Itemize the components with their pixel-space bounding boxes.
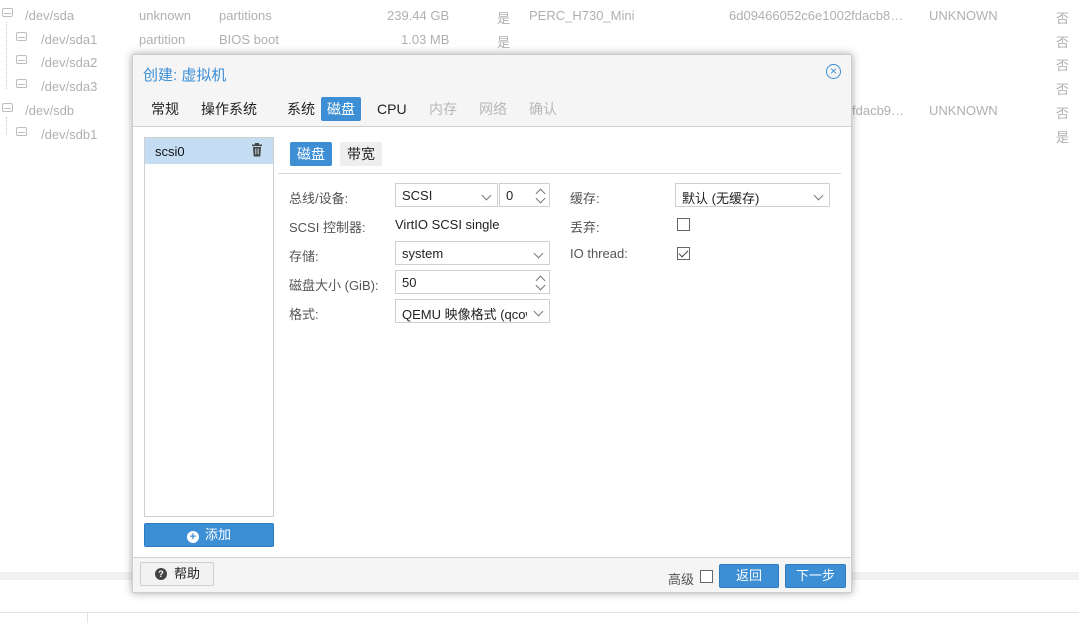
iothread-label: IO thread: <box>570 246 628 261</box>
gpt-cell: 是 <box>497 35 511 50</box>
tab-confirm: 确认 <box>529 101 557 117</box>
device-cell: /dev/sda3 <box>41 79 98 94</box>
device-cell: /dev/sdb1 <box>41 127 98 142</box>
usage-cell: BIOS boot <box>219 32 279 47</box>
disk-icon <box>16 127 27 136</box>
tab-memory: 内存 <box>429 101 457 117</box>
next-button[interactable]: 下一步 <box>785 564 846 588</box>
dialog-body: scsi0 + 添加 磁盘 带宽 总线/设备: SCSI 0 SCSI 控制器:… <box>133 126 851 558</box>
chevron-down-icon <box>813 190 824 201</box>
smart-cell: UNKNOWN <box>929 103 998 118</box>
device-cell: /dev/sda1 <box>41 32 98 47</box>
model-cell: PERC_H730_Mini <box>529 8 635 23</box>
discard-label: 丢弃: <box>570 220 600 235</box>
disk-icon <box>16 32 27 41</box>
disk-icon <box>2 103 13 112</box>
spinner-down-icon[interactable] <box>535 193 546 204</box>
format-label: 格式: <box>289 307 319 322</box>
type-cell: partition <box>139 32 186 47</box>
discard-checkbox[interactable] <box>677 218 690 231</box>
cache-label: 缓存: <box>570 191 600 206</box>
bus-label: 总线/设备: <box>289 191 349 206</box>
help-button[interactable]: ? 帮助 <box>140 562 214 586</box>
list-item[interactable]: scsi0 <box>145 138 273 164</box>
panel-divider <box>87 612 88 623</box>
disk-icon <box>16 55 27 64</box>
tab-network: 网络 <box>479 101 507 117</box>
plus-circle-icon: + <box>186 531 199 543</box>
tab-bandwidth[interactable]: 带宽 <box>340 142 382 166</box>
trash-icon[interactable] <box>251 143 263 157</box>
wearout-cell: 否 <box>1056 35 1070 50</box>
table-row[interactable]: /dev/sda1 partition BIOS boot 1.03 MB 是 … <box>0 27 1079 51</box>
wearout-cell: 是 <box>1056 130 1070 145</box>
tab-cpu[interactable]: CPU <box>371 97 413 121</box>
table-row[interactable]: /dev/sda unknown partitions 239.44 GB 是 … <box>0 3 1079 27</box>
tab-os[interactable]: 操作系统 <box>195 97 263 121</box>
wearout-cell: 否 <box>1056 82 1070 97</box>
advanced-checkbox[interactable] <box>700 570 713 583</box>
spinner-down-icon[interactable] <box>535 280 546 291</box>
cache-select[interactable]: 默认 (无缓存) <box>675 183 830 207</box>
storage-select[interactable]: system <box>395 241 550 265</box>
storage-label: 存储: <box>289 249 319 264</box>
wearout-cell: 否 <box>1056 58 1070 73</box>
disk-subtabs: 磁盘 带宽 <box>278 127 841 174</box>
advanced-label: 高级 <box>668 572 695 587</box>
wearout-cell: 否 <box>1056 11 1070 26</box>
device-cell: /dev/sda2 <box>41 55 98 70</box>
back-button[interactable]: 返回 <box>719 564 779 588</box>
disk-list: scsi0 <box>144 137 274 517</box>
type-cell: unknown <box>139 8 192 23</box>
iothread-checkbox[interactable] <box>677 247 690 260</box>
disk-size-label: 磁盘大小 (GiB): <box>289 278 379 293</box>
bus-select[interactable]: SCSI <box>395 183 498 207</box>
chevron-down-icon <box>533 306 544 317</box>
smart-cell: UNKNOWN <box>929 8 998 23</box>
add-label: 添加 <box>204 527 231 542</box>
create-vm-dialog: 创建: 虚拟机 × 常规 操作系统 系统 磁盘 CPU 内存 网络 确认 scs… <box>132 54 852 593</box>
format-select[interactable]: QEMU 映像格式 (qcow2) <box>395 299 550 323</box>
serial-cell: fdacb9… <box>852 103 905 118</box>
dialog-title: 创建: 虚拟机 <box>143 67 227 84</box>
question-circle-icon: ? <box>155 568 167 580</box>
close-circle-icon[interactable]: × <box>826 64 841 79</box>
tab-disk[interactable]: 磁盘 <box>290 142 332 166</box>
controller-value: VirtIO SCSI single <box>395 217 500 232</box>
size-cell: 239.44 GB <box>387 8 450 23</box>
device-index-spinner[interactable]: 0 <box>499 183 550 207</box>
device-cell: /dev/sda <box>25 8 75 23</box>
panel-divider <box>0 612 1079 613</box>
usage-cell: partitions <box>219 8 272 23</box>
device-cell: /dev/sdb <box>25 103 75 118</box>
chevron-down-icon <box>533 248 544 259</box>
tab-general[interactable]: 常规 <box>145 97 185 121</box>
disk-size-input[interactable]: 50 <box>395 270 550 294</box>
tab-disks[interactable]: 磁盘 <box>321 97 361 121</box>
chevron-down-icon <box>481 190 492 201</box>
controller-label: SCSI 控制器: <box>289 220 366 235</box>
gpt-cell: 是 <box>497 11 511 26</box>
disk-icon <box>2 8 13 17</box>
disk-icon <box>16 79 27 88</box>
size-cell: 1.03 MB <box>401 32 450 47</box>
tab-system[interactable]: 系统 <box>281 97 321 121</box>
wearout-cell: 否 <box>1056 106 1070 121</box>
serial-cell: 6d09466052c6e1002fdacb8… <box>729 8 904 23</box>
add-disk-button[interactable]: + 添加 <box>144 523 274 547</box>
disk-item-label: scsi0 <box>155 144 185 159</box>
